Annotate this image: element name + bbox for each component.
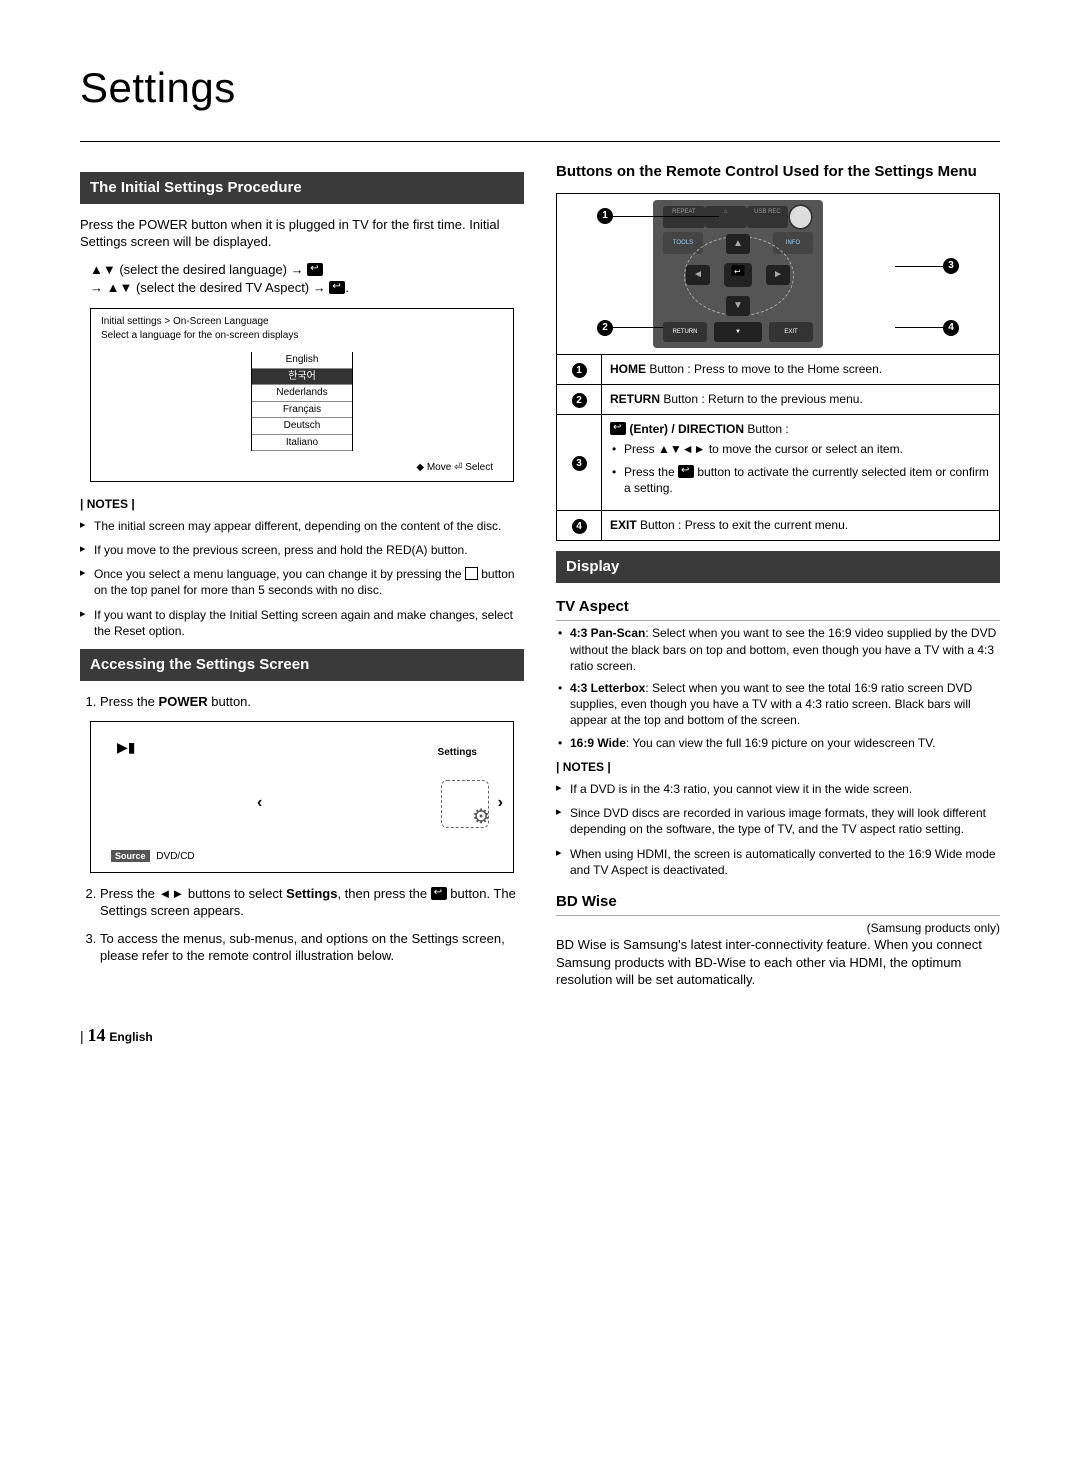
step-3: To access the menus, sub-menus, and opti… [100,930,524,965]
direction-pad: ▲ ▼ ◄ ► [684,236,792,314]
usb-rec-button: USB REC [747,206,789,228]
section-bar-access: Accessing the Settings Screen [80,649,524,681]
remote-illustration: REPEAT ⌂ USB REC TOOLS INFO ▲ ▼ ◄ ► [556,193,1000,355]
ref-4-text: EXIT Button : Press to exit the current … [602,510,1000,540]
return-button: RETURN [663,322,707,342]
enter-icon [678,465,694,478]
settings-gear-icon [441,780,489,828]
remote-reference-table: 1 HOME Button : Press to move to the Hom… [556,354,1000,541]
tv-aspect-list: 4:3 Pan-Scan: Select when you want to se… [556,625,1000,750]
ref-1-text: HOME Button : Press to move to the Home … [602,355,1000,385]
note-item: Since DVD discs are recorded in various … [556,805,1000,837]
bdwise-note: (Samsung products only) [556,920,1000,936]
step-1: Press the POWER button. [100,693,524,711]
callout-3: 3 [943,258,959,274]
flow-line-1: ▲▼ (select the desired language) → [90,262,307,277]
lang-option[interactable]: English [252,352,352,369]
section-bar-display: Display [556,551,1000,583]
dialog-breadcrumb: Initial settings > On-Screen Language [101,315,503,329]
notes-list-2: If a DVD is in the 4:3 ratio, you cannot… [556,781,1000,878]
dialog-footer-hint: ◆ Move ⏎ Select [91,455,513,481]
lang-option-selected[interactable]: 한국어 [252,369,352,386]
intro-text: Press the POWER button when it is plugge… [80,216,524,251]
lang-option[interactable]: Deutsch [252,418,352,435]
play-stop-icon: ▶▮ [117,738,135,757]
dpad-down-alt: ▼ [714,322,762,342]
enter-icon [329,281,345,294]
note-item: The initial screen may appear different,… [80,518,524,534]
note-item: When using HDMI, the screen is automatic… [556,846,1000,878]
exit-button: EXIT [769,322,813,342]
aspect-item: 4:3 Letterbox: Select when you want to s… [570,680,1000,729]
language-dialog: Initial settings > On-Screen Language Se… [90,308,514,482]
bdwise-body: BD Wise is Samsung's latest inter-connec… [556,936,1000,989]
home-screen-illustration: ▶▮ Settings ‹ › Source DVD/CD [90,721,514,873]
nav-left-icon: ‹ [257,792,262,814]
ref-2-num: 2 [572,393,587,408]
ref-1-num: 1 [572,363,587,378]
two-column-layout: The Initial Settings Procedure Press the… [80,162,1000,999]
steps-list-cont: Press the ◄► buttons to select Settings,… [80,885,524,965]
dpad-left: ◄ [686,265,710,285]
dialog-prompt: Select a language for the on-screen disp… [101,329,503,343]
nav-right-icon: › [498,792,503,814]
page-footer: | 14 English [80,1023,1000,1047]
rec-circle-button [788,204,813,230]
aspect-item: 4:3 Pan-Scan: Select when you want to se… [570,625,1000,674]
divider [80,141,1000,142]
bdwise-heading: BD Wise [556,892,1000,916]
callout-2: 2 [597,320,613,336]
home-button: ⌂ [705,206,747,228]
lang-option[interactable]: Italiano [252,435,352,452]
note-item: If you move to the previous screen, pres… [80,542,524,558]
enter-icon [307,263,323,276]
repeat-button: REPEAT [663,206,705,228]
note-item: Once you select a menu language, you can… [80,566,524,598]
lang-option[interactable]: Nederlands [252,385,352,402]
lang-option[interactable]: Français [252,402,352,419]
notes-label: | NOTES | [556,759,1000,775]
section-bar-initial: The Initial Settings Procedure [80,172,524,204]
steps-list: Press the POWER button. [80,693,524,711]
dpad-enter [724,263,752,287]
right-column: Buttons on the Remote Control Used for t… [556,162,1000,999]
dpad-down: ▼ [726,296,750,316]
step-2: Press the ◄► buttons to select Settings,… [100,885,524,920]
ref-4-num: 4 [572,519,587,534]
note-item: If you want to display the Initial Setti… [80,607,524,639]
flow-line-2: → ▲▼ (select the desired TV Aspect) → [90,280,329,295]
settings-tile-label: Settings [438,746,477,760]
page-number: 14 [88,1025,106,1045]
left-column: The Initial Settings Procedure Press the… [80,162,524,999]
flow-steps: ▲▼ (select the desired language) → → ▲▼ … [80,261,524,296]
page-title: Settings [80,60,1000,117]
dpad-up: ▲ [726,234,750,254]
footer-language: English [109,1030,152,1044]
notes-list: The initial screen may appear different,… [80,518,524,639]
ref-3-text: (Enter) / DIRECTION Button : Press ▲▼◄► … [602,415,1000,511]
source-indicator: Source DVD/CD [111,850,195,864]
ref-2-text: RETURN Button : Return to the previous m… [602,385,1000,415]
aspect-item: 16:9 Wide: You can view the full 16:9 pi… [570,735,1000,751]
notes-label: | NOTES | [80,496,524,512]
dpad-right: ► [766,265,790,285]
language-list[interactable]: English 한국어 Nederlands Français Deutsch … [251,352,353,451]
enter-icon [431,887,447,900]
stop-icon [465,567,478,580]
callout-1: 1 [597,208,613,224]
enter-icon [610,422,626,435]
callout-4: 4 [943,320,959,336]
tv-aspect-heading: TV Aspect [556,597,1000,621]
remote-subtitle: Buttons on the Remote Control Used for t… [556,162,1000,182]
note-item: If a DVD is in the 4:3 ratio, you cannot… [556,781,1000,797]
ref-3-num: 3 [572,456,587,471]
